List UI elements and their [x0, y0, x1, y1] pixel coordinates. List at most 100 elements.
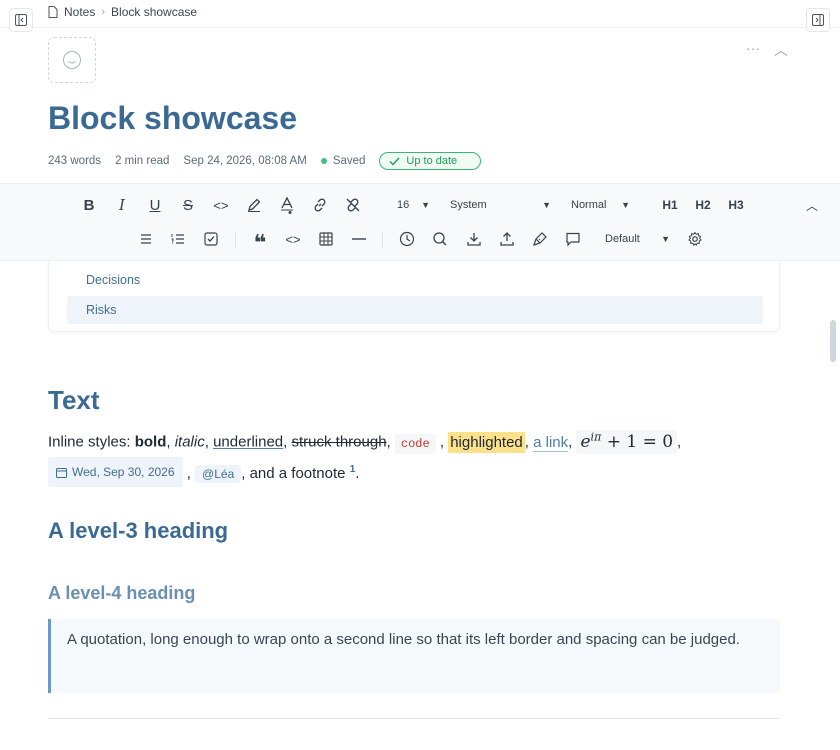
status-label: Up to date: [406, 155, 458, 167]
page-title[interactable]: Block showcase: [48, 100, 297, 137]
word-count: 243 words: [48, 155, 102, 167]
calendar-icon: [56, 467, 67, 478]
numbered-list-button[interactable]: [166, 227, 190, 251]
clock-icon: [399, 231, 415, 247]
check-icon: [389, 157, 400, 166]
checklist-icon: [204, 232, 218, 246]
bold-icon: B: [83, 196, 95, 214]
heading-text[interactable]: Text: [48, 385, 100, 416]
comment-button[interactable]: [561, 227, 585, 251]
toggle-left-sidebar-button[interactable]: [9, 8, 33, 32]
divider-button[interactable]: [347, 227, 371, 251]
breadcrumb-current[interactable]: Block showcase: [111, 5, 197, 19]
search-button[interactable]: [428, 227, 452, 251]
sidebar-right-icon: [812, 14, 824, 26]
font-size-select[interactable]: 16 ▼: [388, 194, 436, 216]
highlight-button[interactable]: [242, 193, 266, 217]
collapse-toolbar-button[interactable]: ︿: [800, 193, 824, 217]
toolbar-divider: [235, 232, 236, 248]
footnote-lead: , and a footnote: [241, 464, 346, 482]
share-icon: [500, 232, 514, 246]
quote-icon: ❝: [253, 230, 267, 255]
text-color-icon: [281, 196, 293, 214]
checklist-button[interactable]: [199, 227, 223, 251]
divider-icon: [352, 238, 366, 240]
theme-value: Default: [605, 233, 640, 245]
blockquote[interactable]: A quotation, long enough to wrap onto a …: [48, 619, 780, 693]
chevron-down-icon: ▼: [621, 200, 630, 210]
chevron-up-icon: ︿: [805, 198, 818, 213]
footnote-marker[interactable]: 1: [350, 464, 356, 475]
date-chip-label: Wed, Sep 30, 2026: [72, 465, 175, 480]
italic-text: italic: [174, 433, 205, 451]
settings-icon: [688, 231, 702, 246]
font-family-select[interactable]: System ▼: [441, 194, 557, 216]
toc-item-decisions[interactable]: Decisions: [67, 266, 763, 294]
strikethrough-button[interactable]: S: [176, 193, 200, 217]
search-icon: [433, 232, 447, 246]
underline-icon: U: [149, 196, 161, 214]
underline-button[interactable]: U: [143, 193, 167, 217]
scrollbar-thumb[interactable]: [830, 320, 836, 362]
block-style-value: Normal: [571, 199, 607, 211]
comment-icon: [566, 232, 580, 247]
heading-2-button[interactable]: H2: [690, 193, 716, 217]
link-button[interactable]: [308, 193, 332, 217]
inline-code-button[interactable]: <>: [209, 193, 233, 217]
font-size-value: 16: [397, 199, 410, 211]
history-button[interactable]: [395, 227, 419, 251]
table-button[interactable]: [314, 227, 338, 251]
bullet-list-button[interactable]: [134, 227, 158, 251]
page-date: Sep 24, 2026, 08:08 AM: [183, 155, 307, 167]
text-color-button[interactable]: [275, 193, 299, 217]
font-family-value: System: [450, 199, 487, 211]
share-button[interactable]: [495, 227, 519, 251]
unlink-icon: [346, 198, 360, 212]
toc-item-risks[interactable]: Risks: [67, 296, 763, 324]
document-icon: [48, 6, 58, 18]
inline-link[interactable]: a link: [533, 433, 569, 452]
draw-button[interactable]: [528, 227, 552, 251]
smiley-icon: [63, 51, 81, 69]
chevron-down-icon: ▼: [421, 200, 430, 210]
inline-styles-paragraph[interactable]: Inline styles: bold, italic, underlined,…: [48, 424, 788, 488]
strikethrough-icon: S: [182, 196, 193, 214]
table-icon: [319, 232, 333, 246]
status-badge[interactable]: Up to date: [379, 152, 482, 170]
heading-1-button[interactable]: H1: [657, 193, 683, 217]
toggle-right-sidebar-button[interactable]: [806, 8, 830, 32]
bold-button[interactable]: B: [77, 193, 101, 217]
heading-level-4[interactable]: A level-4 heading: [48, 583, 195, 604]
saved-label: Saved: [332, 155, 366, 167]
download-button[interactable]: [462, 227, 486, 251]
code-block-button[interactable]: <>: [281, 227, 305, 251]
quote-button[interactable]: ❝: [248, 227, 272, 255]
unlink-button[interactable]: [341, 193, 365, 217]
chevron-right-icon: ›: [101, 6, 106, 18]
underlined-text: underlined: [213, 433, 284, 451]
page-meta: 243 words 2 min read Sep 24, 2026, 08:08…: [48, 150, 482, 172]
highlight-pen-icon: [248, 198, 261, 212]
block-style-select[interactable]: Normal ▼: [562, 194, 636, 216]
math-equation[interactable]: eiπ + 1 = 0: [576, 429, 678, 454]
page-icon-picker[interactable]: [48, 37, 96, 83]
code-block-icon: <>: [285, 231, 301, 247]
inline-code: code: [394, 433, 436, 454]
toolbar-row-1: B I U S <> 16 ▼ System ▼ Normal ▼ H1 H2 H3 …: [0, 188, 840, 222]
settings-button[interactable]: [683, 227, 707, 251]
more-options-icon[interactable]: ···: [746, 40, 760, 60]
horizontal-rule: [48, 718, 780, 719]
date-chip[interactable]: Wed, Sep 30, 2026: [48, 457, 183, 488]
heading-3-button[interactable]: H3: [723, 193, 749, 217]
breadcrumb: Notes › Block showcase: [48, 5, 197, 19]
chevron-up-icon[interactable]: ︿: [774, 40, 788, 60]
theme-select[interactable]: Default ▼: [596, 228, 676, 250]
italic-button[interactable]: I: [110, 193, 134, 217]
breadcrumb-root[interactable]: Notes: [64, 5, 95, 19]
mention-chip[interactable]: @Léa: [195, 464, 242, 483]
sidebar-left-icon: [15, 14, 27, 26]
chevron-down-icon: ▼: [542, 200, 551, 210]
heading-level-3[interactable]: A level-3 heading: [48, 518, 228, 544]
table-of-contents: Decisions Risks: [48, 262, 780, 332]
struck-text: struck through: [291, 433, 387, 451]
